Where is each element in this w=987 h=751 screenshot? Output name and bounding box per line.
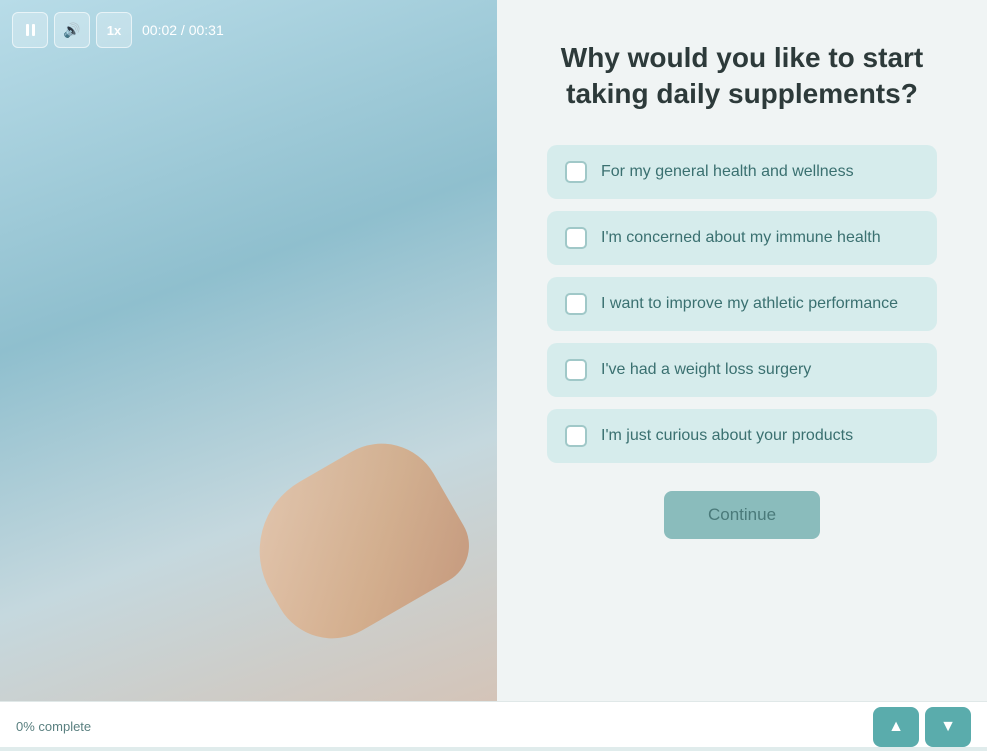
question-panel: Why would you like to start taking daily…: [497, 0, 987, 701]
nav-down-button[interactable]: ▼: [925, 707, 971, 747]
option-label-immune-health: I'm concerned about my immune health: [601, 227, 881, 249]
bottom-bar: 0% complete ▲ ▼: [0, 701, 987, 751]
option-label-weight-loss-surgery: I've had a weight loss surgery: [601, 359, 811, 381]
checkbox-weight-loss-surgery[interactable]: [565, 359, 587, 381]
nav-up-button[interactable]: ▲: [873, 707, 919, 747]
progress-bar-container: [0, 747, 987, 751]
checkbox-immune-health[interactable]: [565, 227, 587, 249]
option-athletic-performance[interactable]: I want to improve my athletic performanc…: [547, 277, 937, 331]
video-panel: 🔊 1x 00:02 / 00:31: [0, 0, 497, 701]
option-general-health[interactable]: For my general health and wellness: [547, 145, 937, 199]
nav-buttons: ▲ ▼: [873, 707, 971, 747]
question-title: Why would you like to start taking daily…: [547, 40, 937, 113]
options-list: For my general health and wellness I'm c…: [547, 145, 937, 463]
volume-icon: 🔊: [63, 22, 80, 39]
progress-text: 0% complete: [16, 719, 91, 734]
continue-button[interactable]: Continue: [664, 491, 820, 539]
speed-button[interactable]: 1x: [96, 12, 132, 48]
option-weight-loss-surgery[interactable]: I've had a weight loss surgery: [547, 343, 937, 397]
pause-icon: [26, 24, 35, 36]
video-controls: 🔊 1x 00:02 / 00:31: [12, 12, 224, 48]
option-label-athletic-performance: I want to improve my athletic performanc…: [601, 293, 898, 315]
video-background: [0, 0, 497, 701]
option-just-curious[interactable]: I'm just curious about your products: [547, 409, 937, 463]
checkbox-just-curious[interactable]: [565, 425, 587, 447]
pause-button[interactable]: [12, 12, 48, 48]
option-label-general-health: For my general health and wellness: [601, 161, 854, 183]
option-immune-health[interactable]: I'm concerned about my immune health: [547, 211, 937, 265]
checkbox-athletic-performance[interactable]: [565, 293, 587, 315]
volume-button[interactable]: 🔊: [54, 12, 90, 48]
option-label-just-curious: I'm just curious about your products: [601, 425, 853, 447]
video-hand-visual: [230, 422, 483, 661]
checkbox-general-health[interactable]: [565, 161, 587, 183]
time-display: 00:02 / 00:31: [142, 22, 224, 38]
